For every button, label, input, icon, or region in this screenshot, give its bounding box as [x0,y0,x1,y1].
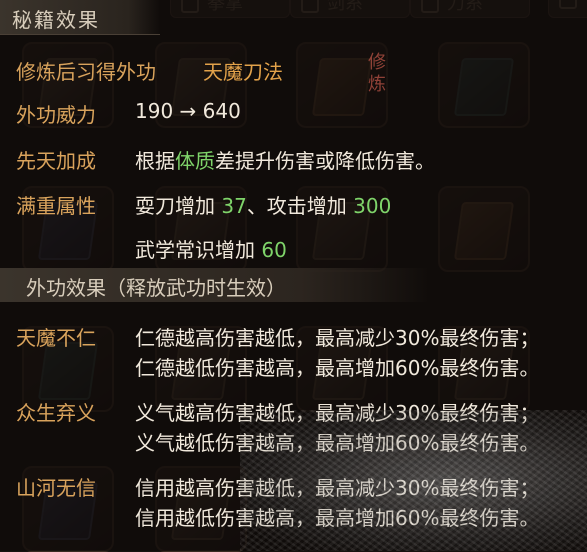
tooltip-panel: 秘籍效果 修 炼 修炼后习得外功 天魔刀法 外功威力 190 → 640 先天加… [0,0,587,551]
section-title: 外功效果（释放武功时生效） [26,276,286,300]
effect-name: 山河无信 [16,476,96,500]
power-label: 外功威力 [16,103,96,127]
innate-pre: 根据 [135,149,175,173]
effect-line: 仁德越高伤害越低，最高减少30%最终伤害； [135,326,540,350]
header-bar: 秘籍效果 [0,0,160,35]
stamp-char: 炼 [368,74,386,95]
innate-text: 根据体质差提升伤害或降低伤害。 [135,145,435,174]
power-value: 190 → 640 [135,99,241,123]
attr-knowledge-label: 武学常识增加 [135,238,262,262]
practice-label: 修炼后习得外功 [16,60,156,84]
arrow-right-icon: → [179,99,197,123]
stamp-char: 修 [368,52,386,73]
power-from: 190 [135,99,174,123]
noise-overlay [240,410,587,551]
practice-skill-name: 天魔刀法 [203,60,283,84]
power-to: 640 [202,99,241,123]
attr-knowledge-value: 60 [261,238,287,262]
attr-blade-label: 耍刀增加 [135,194,222,218]
effect-name: 天魔不仁 [16,326,96,350]
max-attr-line1: 耍刀增加 37、攻击增加 300 [135,190,391,219]
attr-blade-value: 37 [221,194,247,218]
effect-line: 仁德越低伤害越高，最高增加60%最终伤害。 [135,356,540,380]
innate-label: 先天加成 [16,149,96,173]
max-attr-label: 满重属性 [16,194,96,218]
max-attr-line2: 武学常识增加 60 [135,234,287,263]
innate-post: 差提升伤害或降低伤害。 [215,149,435,173]
practice-stamp: 修 炼 [360,52,394,112]
panel-title: 秘籍效果 [12,8,100,32]
attr-attack-label: 、攻击增加 [246,194,354,218]
section-header: 外功效果（释放武功时生效） [0,268,430,302]
innate-attribute: 体质 [175,149,215,173]
attr-attack-value: 300 [353,194,392,218]
effect-name: 众生弃义 [16,401,96,425]
